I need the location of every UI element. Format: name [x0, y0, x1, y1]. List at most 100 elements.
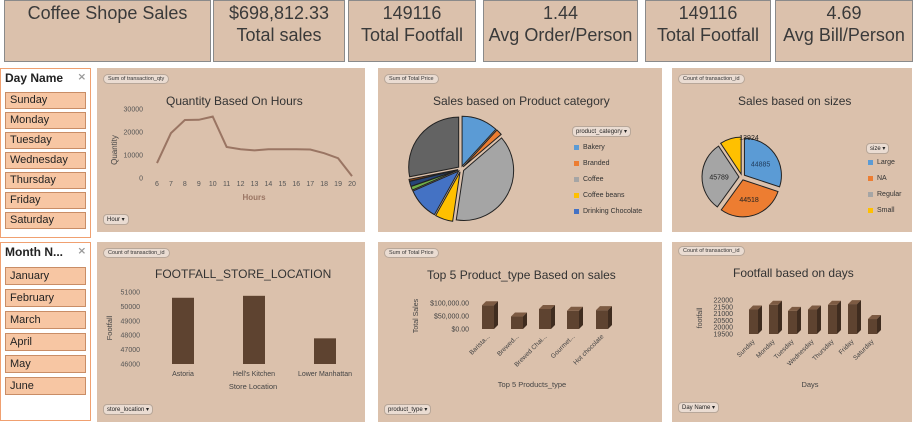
legend-label: Drinking Chocolate [583, 207, 643, 215]
kpi-avg-bill: 4.69 Avg Bill/Person [775, 0, 913, 62]
legend-label: Bakery [583, 143, 605, 151]
slicer-item[interactable]: Thursday [5, 172, 86, 189]
bar [243, 295, 265, 364]
x-tick-label: 19 [334, 181, 342, 188]
store-location-filter-button[interactable]: store_location ▾ [103, 404, 154, 415]
slicer-item[interactable]: June [5, 377, 86, 395]
legend-label: Large [877, 158, 895, 166]
y-tick-label: 22000 [714, 298, 734, 305]
legend-swatch [868, 207, 873, 213]
slicer-item[interactable]: Wednesday [5, 152, 86, 169]
slicer-item[interactable]: May [5, 355, 86, 373]
product-type-filter-button[interactable]: product_type ▾ [384, 404, 432, 415]
bar [314, 338, 336, 364]
kpi-total-footfall-2: 149116 Total Footfall [645, 0, 771, 62]
x-tick-label: Sunday [736, 338, 757, 359]
series-line [156, 115, 353, 177]
day-name-slicer: Day Name ⨯ Sunday Monday Tuesday Wednesday T… [0, 68, 91, 238]
top5-chart-panel: Sum of Total Price Top 5 Product_type Ba… [378, 242, 662, 422]
y-tick-label: 21500 [714, 304, 734, 311]
month-name-slicer: Month N... ⨯ January February March April Ma… [0, 242, 91, 421]
kpi-value: 1.44 [542, 3, 579, 23]
x-tick-label: Friday [838, 338, 856, 356]
y-tick-label: 20000 [714, 325, 734, 332]
y-tick-label: 48000 [121, 333, 141, 340]
slicer-item[interactable]: March [5, 311, 86, 329]
x-tick-label: 20 [348, 181, 356, 188]
hours-chart-panel: Sum of transaction_qty Quantity Based On… [97, 68, 365, 232]
legend-label: NA [877, 174, 887, 182]
x-tick-label: Astoria [172, 371, 194, 378]
category-chart-panel: Sum of Total Price Sales based on Produc… [378, 68, 662, 232]
legend-item: Branded [574, 155, 642, 171]
x-axis-title: Days [801, 380, 818, 389]
pie-slice [408, 116, 460, 178]
bar [828, 304, 837, 334]
x-tick-label: 12 [237, 181, 245, 188]
x-tick-label: 13 [251, 181, 259, 188]
bar-chart: 46000 47000 48000 49000 50000 51000 Astoria Hel… [105, 290, 352, 392]
bar-side [797, 306, 801, 334]
y-tick-label: 50000 [121, 304, 141, 311]
y-tick-label: $50,000.00 [434, 314, 469, 321]
kpi-label: Avg Bill/Person [783, 25, 905, 45]
slicer-item[interactable]: April [5, 333, 86, 351]
legend-item: Bakery [574, 139, 642, 155]
product-category-filter-button[interactable]: product_category ▾ [572, 126, 632, 137]
kpi-total-footfall: 149116 Total Footfall [348, 0, 476, 62]
x-tick-label: Gourmet... [550, 333, 577, 360]
slicer-item[interactable]: Monday [5, 112, 86, 129]
x-tick-label: 18 [320, 181, 328, 188]
store-chart-panel: Count of transaction_id FOOTFALL_STORE_L… [97, 242, 365, 422]
y-tick-label: 47000 [121, 347, 141, 354]
x-tick-label: Hell's Kitchen [233, 371, 275, 378]
legend-item: Regular [868, 186, 902, 202]
x-tick-label: 15 [278, 181, 286, 188]
legend: Bakery Branded Coffee Coffee beans Drinking … [574, 139, 642, 219]
slicer-item[interactable]: February [5, 289, 86, 307]
x-tick-label: 6 [155, 181, 159, 188]
kpi-value: 4.69 [826, 3, 862, 23]
hour-filter-button[interactable]: Hour ▾ [103, 214, 129, 225]
slicer-item[interactable]: Saturday [5, 212, 86, 229]
legend-swatch [868, 175, 873, 181]
dashboard-title: Coffee Shope Sales [27, 3, 188, 23]
day-name-filter-button[interactable]: Day Name ▾ [678, 402, 720, 413]
x-tick-label: 10 [209, 181, 217, 188]
slicer-item[interactable]: Tuesday [5, 132, 86, 149]
x-tick-label: 11 [223, 181, 230, 188]
kpi-title: Coffee Shope Sales [4, 0, 211, 62]
bar [848, 304, 857, 334]
bar [769, 304, 778, 334]
y-tick-label: 0 [139, 176, 143, 183]
bar-chart: 195002000020500210002150022000SundayMond… [697, 298, 881, 389]
clear-filter-icon[interactable]: ⨯ [78, 246, 86, 257]
slicer-item[interactable]: Sunday [5, 92, 86, 109]
data-label: 45789 [709, 175, 729, 182]
kpi-label: Total Footfall [360, 25, 464, 45]
kpi-value: 149116 [678, 3, 738, 23]
bar-side [817, 305, 821, 334]
x-axis-title: Top 5 Products_type [498, 380, 566, 389]
legend-swatch [574, 176, 579, 182]
legend-swatch [868, 191, 873, 197]
bar-side [857, 300, 861, 334]
legend-item: Large [868, 154, 902, 170]
size-filter-button[interactable]: size ▾ [866, 143, 890, 154]
x-tick-label: 14 [265, 181, 273, 188]
clear-filter-icon[interactable]: ⨯ [78, 72, 86, 83]
bar-side [758, 305, 762, 334]
x-tick-label: Lower Manhattan [298, 371, 352, 378]
slicer-item[interactable]: Friday [5, 192, 86, 209]
line-chart: 0 10000 20000 30000 6 7 8 9 10 11 12 13 14 15 16 17 18 19… [110, 107, 356, 203]
y-tick-label: $100,000.00 [430, 301, 469, 308]
y-tick-label: 20000 [124, 130, 144, 137]
legend-swatch [574, 192, 579, 198]
legend-swatch [574, 144, 579, 150]
slicer-title: Month N... [5, 245, 63, 259]
legend-label: Coffee [583, 175, 604, 183]
slicer-item[interactable]: January [5, 267, 86, 285]
bar [511, 316, 523, 329]
y-tick-label: $0.00 [451, 327, 469, 334]
bar [482, 305, 494, 329]
